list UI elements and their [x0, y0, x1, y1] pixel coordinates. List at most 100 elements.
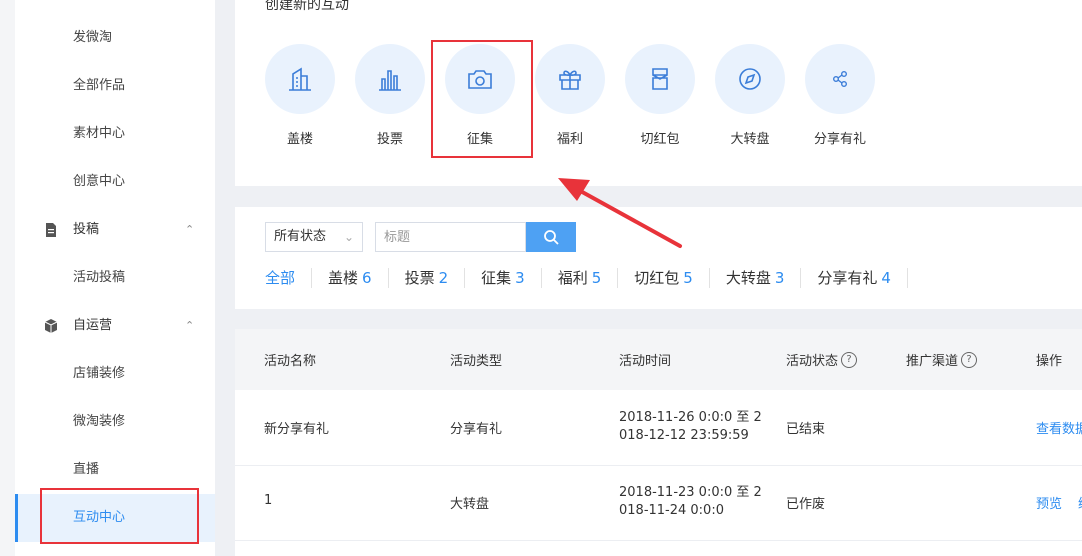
cell-time: 2018-11-23 0:0:0 至 2 018-11-24 0:0:0	[619, 484, 762, 520]
red-packet-icon	[652, 68, 668, 90]
filter-tab-count: 3	[515, 269, 525, 287]
cell-type: 分享有礼	[450, 422, 503, 437]
filter-tab-all[interactable]: 全部	[265, 268, 313, 288]
create-interaction-panel: 创建新的互动 盖楼 投票 征集 福利 切红包 大转盘 分享有礼	[235, 0, 1082, 186]
search-button[interactable]	[526, 222, 576, 252]
chevron-up-icon[interactable]: ⌃	[185, 206, 194, 254]
cell-time-line: 2018-11-26 0:0:0 至 2	[619, 410, 762, 425]
sidebar-group-self-operation[interactable]: 自运营 ⌃	[15, 302, 215, 350]
column-header-type: 活动类型	[450, 354, 503, 369]
icon-circle	[265, 44, 335, 114]
filter-tab-label: 大转盘	[725, 269, 771, 287]
icon-circle	[535, 44, 605, 114]
icon-circle	[805, 44, 875, 114]
title-search-input[interactable]	[375, 222, 526, 252]
cube-icon	[44, 319, 58, 333]
column-header-status: 活动状态?	[786, 350, 858, 369]
document-icon	[46, 223, 56, 237]
filter-tab-count: 2	[438, 269, 449, 287]
cell-time-line: 018-12-12 23:59:59	[619, 428, 749, 443]
type-card-vote[interactable]: 投票	[354, 44, 426, 147]
filter-tab-share-gift[interactable]: 分享有礼 4	[801, 268, 908, 288]
filter-tab-count: 5	[591, 269, 602, 287]
icon-circle	[715, 44, 785, 114]
type-card-building[interactable]: 盖楼	[264, 44, 336, 147]
filter-tab-wheel[interactable]: 大转盘 3	[710, 268, 802, 288]
status-select-value: 所有状态	[274, 229, 327, 244]
active-indicator	[15, 494, 18, 542]
sidebar-item-creative[interactable]: 创意中心	[15, 158, 215, 206]
sidebar-item-label: 微淘装修	[73, 414, 126, 429]
highlight-box-collect	[431, 40, 533, 158]
table-row: 1 大转盘 2018-11-23 0:0:0 至 2 018-11-24 0:0:…	[235, 465, 1082, 541]
sidebar-item-label: 创意中心	[73, 174, 126, 189]
sidebar-item-activity-submission[interactable]: 活动投稿	[15, 254, 215, 302]
preview-link[interactable]: 预览	[1036, 493, 1062, 512]
sidebar-item-post-weitao[interactable]: 发微淘	[15, 14, 215, 62]
sidebar-item-live[interactable]: 直播	[15, 446, 215, 494]
cell-name: 1	[264, 493, 273, 508]
sidebar: 发微淘 全部作品 素材中心 创意中心 投稿 ⌃ 活动投稿 自运营 ⌃ 店铺装修 …	[0, 0, 215, 556]
filter-tab-collect[interactable]: 征集 3	[465, 268, 542, 288]
type-label: 分享有礼	[813, 132, 866, 147]
sidebar-group-label: 自运营	[73, 318, 113, 333]
column-header-name: 活动名称	[264, 354, 317, 369]
cell-type: 大转盘	[450, 497, 490, 512]
building-icon	[289, 67, 311, 91]
type-card-welfare[interactable]: 福利	[534, 44, 606, 147]
column-header-label: 活动状态	[786, 354, 839, 369]
sidebar-item-shop-decoration[interactable]: 店铺装修	[15, 350, 215, 398]
gift-icon	[559, 70, 581, 90]
table-row: 新分享有礼 分享有礼 2018-11-26 0:0:0 至 2 018-12-12…	[235, 390, 1082, 466]
sidebar-item-materials[interactable]: 素材中心	[15, 110, 215, 158]
search-icon	[544, 230, 559, 245]
help-icon[interactable]: ?	[841, 351, 858, 368]
sidebar-item-label: 全部作品	[73, 78, 126, 93]
filter-tab-count: 5	[683, 269, 693, 287]
filter-tab-count: 6	[362, 269, 372, 287]
sidebar-item-label: 店铺装修	[73, 366, 126, 381]
type-label: 大转盘	[730, 132, 770, 147]
view-data-link[interactable]: 查看数据	[1036, 418, 1082, 437]
cell-time-line: 2018-11-23 0:0:0 至 2	[619, 485, 762, 500]
filter-tab-welfare[interactable]: 福利 5	[542, 268, 619, 288]
sidebar-edge	[0, 0, 15, 556]
cell-time-line: 018-11-24 0:0:0	[619, 503, 724, 518]
type-label: 盖楼	[286, 132, 313, 147]
column-header-label: 推广渠道	[906, 354, 959, 369]
sidebar-item-label: 活动投稿	[73, 270, 126, 285]
sidebar-item-label: 直播	[73, 462, 100, 477]
table-header: 活动名称 活动类型 活动时间 活动状态? 推广渠道? 操作	[235, 329, 1082, 390]
cell-status: 已作废	[786, 497, 826, 512]
filter-panel: 所有状态 ⌄ 全部 盖楼6 投票2 征集3 福利5 切红包5 大转盘3 分享有礼…	[235, 207, 1082, 309]
status-select[interactable]: 所有状态 ⌄	[265, 222, 363, 252]
filter-tab-building[interactable]: 盖楼 6	[312, 268, 389, 288]
help-icon[interactable]: ?	[961, 351, 978, 368]
cell-name: 新分享有礼	[264, 422, 330, 437]
cell-time: 2018-11-26 0:0:0 至 2 018-12-12 23:59:59	[619, 409, 762, 445]
column-header-channel: 推广渠道?	[906, 350, 978, 369]
filter-tab-label: 切红包	[634, 269, 680, 287]
icon-circle	[355, 44, 425, 114]
filter-tab-red-packet[interactable]: 切红包 5	[618, 268, 710, 288]
type-label: 福利	[556, 132, 583, 147]
chevron-up-icon[interactable]: ⌃	[185, 302, 194, 350]
type-card-share-gift[interactable]: 分享有礼	[804, 44, 876, 147]
sidebar-group-submission[interactable]: 投稿 ⌃	[15, 206, 215, 254]
filter-tab-label: 福利	[557, 269, 588, 287]
filter-tab-label: 分享有礼	[817, 269, 878, 287]
type-card-red-packet[interactable]: 切红包	[624, 44, 696, 147]
type-filter-tabs: 全部 盖楼 6 投票 2 征集 3 福利 5 切红包 5 大转盘 3 分享有礼 4	[265, 267, 908, 289]
sidebar-item-weitao-decoration[interactable]: 微淘装修	[15, 398, 215, 446]
filter-tab-vote[interactable]: 投票 2	[389, 268, 466, 288]
sidebar-item-all-works[interactable]: 全部作品	[15, 62, 215, 110]
filter-tab-label: 投票	[404, 269, 435, 287]
type-label: 投票	[376, 132, 403, 147]
type-label: 切红包	[640, 132, 680, 147]
column-header-time: 活动时间	[619, 354, 672, 369]
compass-icon	[739, 68, 761, 90]
type-card-wheel[interactable]: 大转盘	[714, 44, 786, 147]
chevron-down-icon: ⌄	[343, 230, 354, 244]
filter-tab-count: 4	[881, 269, 891, 287]
edit-link[interactable]: 编	[1078, 493, 1082, 512]
